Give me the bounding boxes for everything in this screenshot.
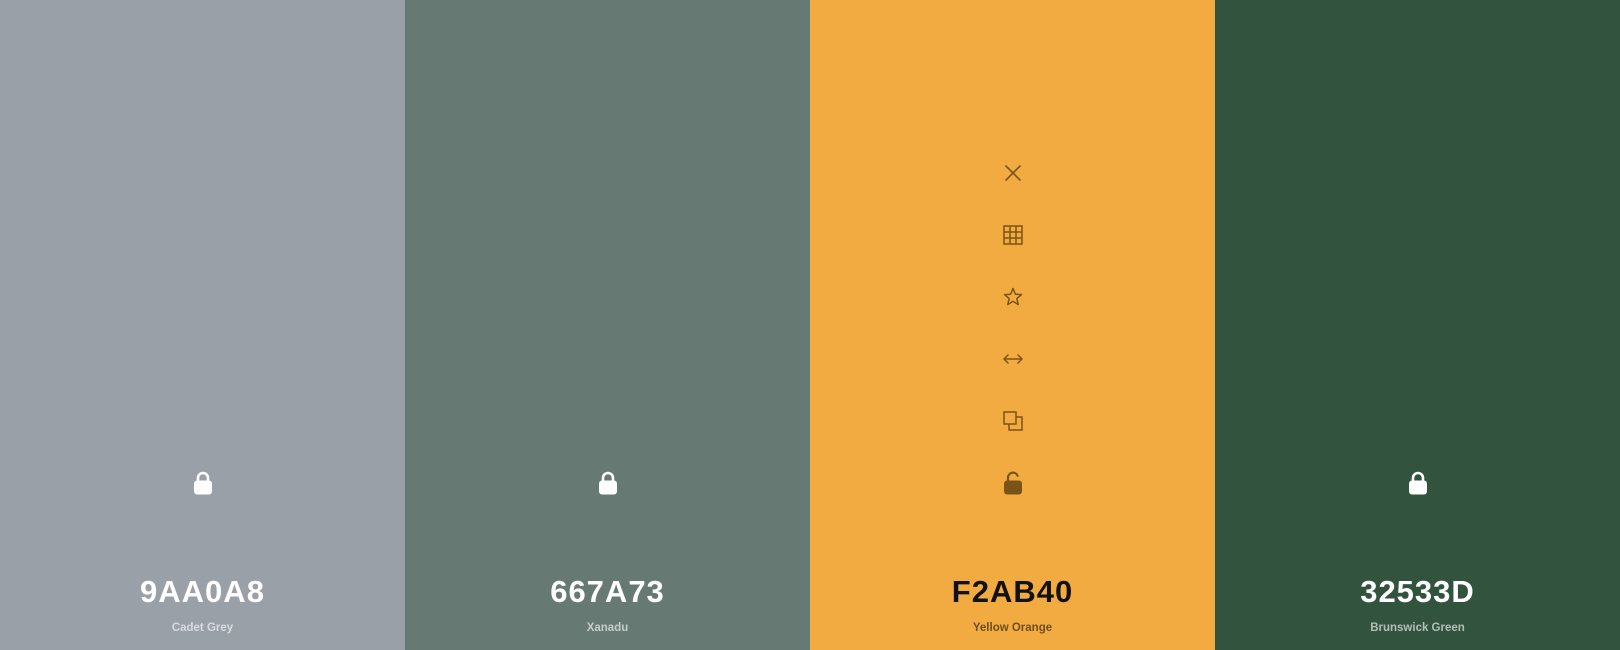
color-swatch-xanadu[interactable]: 667A73 Xanadu: [405, 0, 810, 650]
color-hex-code[interactable]: 32533D: [1215, 572, 1620, 612]
color-hex-code[interactable]: F2AB40: [810, 572, 1215, 612]
color-name: Brunswick Green: [1370, 622, 1465, 634]
lock-closed-icon: [597, 470, 619, 496]
close-icon: [1004, 164, 1022, 182]
grid-icon: [1002, 225, 1023, 245]
lock-button[interactable]: [1404, 469, 1432, 497]
lock-closed-icon: [1407, 470, 1429, 496]
lock-button[interactable]: [189, 469, 217, 497]
color-hex-code[interactable]: 667A73: [405, 572, 810, 612]
color-name: Xanadu: [586, 622, 629, 634]
view-shades-button[interactable]: [999, 221, 1027, 249]
color-swatch-cadet-grey[interactable]: 9AA0A8 Cadet Grey: [0, 0, 405, 650]
save-color-button[interactable]: [999, 283, 1027, 311]
color-swatch-brunswick-green[interactable]: 32533D Brunswick Green: [1215, 0, 1620, 650]
star-icon: [1003, 287, 1023, 307]
copy-button[interactable]: [999, 407, 1027, 435]
color-name: Cadet Grey: [171, 622, 234, 634]
color-hex-code[interactable]: 9AA0A8: [0, 572, 405, 612]
lock-button[interactable]: [999, 469, 1027, 497]
remove-color-button[interactable]: [999, 159, 1027, 187]
lock-closed-icon: [192, 470, 214, 496]
lock-button[interactable]: [594, 469, 622, 497]
drag-button[interactable]: [999, 345, 1027, 373]
arrows-horizontal-icon: [1002, 352, 1024, 366]
color-name: Yellow Orange: [972, 622, 1053, 634]
lock-open-icon: [1002, 470, 1024, 496]
color-swatch-yellow-orange[interactable]: F2AB40 Yellow Orange: [810, 0, 1215, 650]
copy-icon: [1002, 411, 1023, 431]
color-palette: 9AA0A8 Cadet Grey 667A73 Xanadu F2AB40 Y…: [0, 0, 1620, 650]
